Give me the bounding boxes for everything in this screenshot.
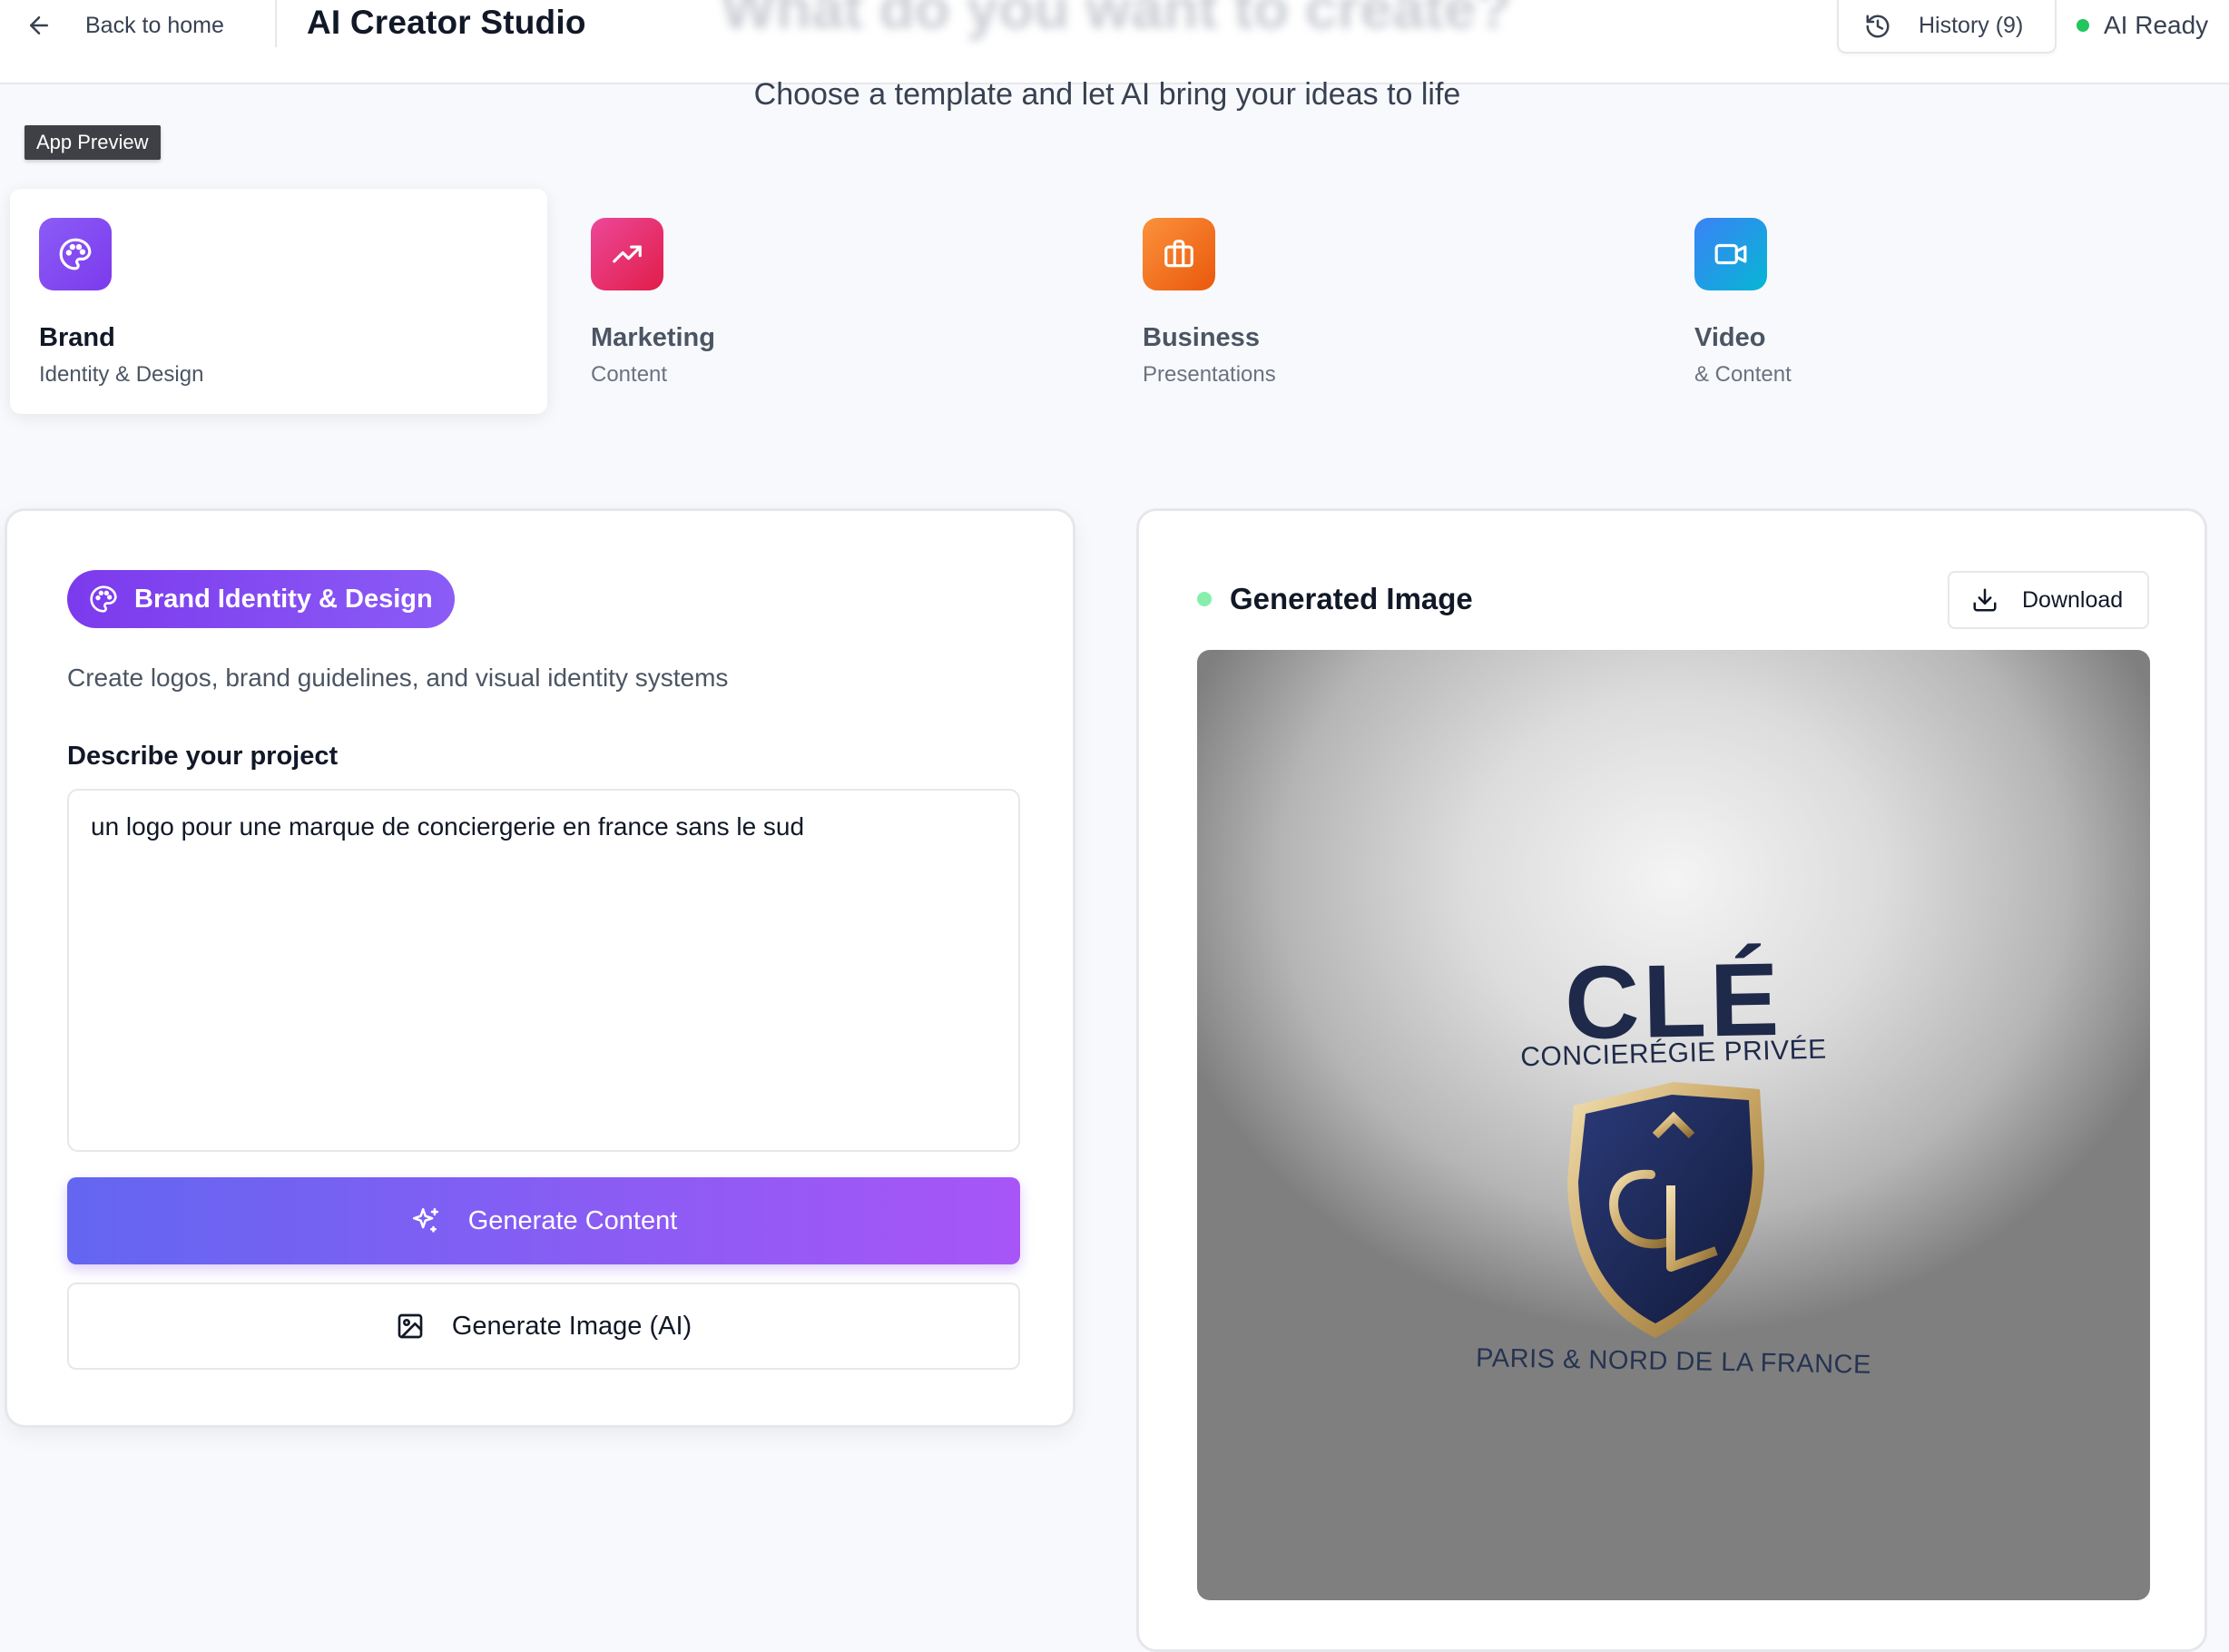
back-to-home-label: Back to home bbox=[85, 12, 224, 38]
generated-image: CLÉ CONCIERÉGIE PRIVÉE PARIS & NORD DE L… bbox=[1197, 650, 2150, 1600]
history-button[interactable]: History (9) bbox=[1837, 0, 2057, 54]
template-title-business: Business bbox=[1143, 323, 1260, 352]
download-label: Download bbox=[2022, 586, 2124, 613]
header-divider bbox=[275, 0, 277, 47]
image-icon bbox=[398, 1313, 423, 1339]
template-subtitle-video: & Content bbox=[1694, 362, 1792, 387]
template-title-video: Video bbox=[1694, 323, 1766, 352]
selected-template-label: Brand Identity & Design bbox=[134, 584, 433, 614]
generate-content-button[interactable]: Generate Content bbox=[67, 1177, 1020, 1264]
page-subtitle: Choose a template and let AI bring your … bbox=[753, 77, 1461, 112]
history-label: History (9) bbox=[1919, 13, 2024, 38]
template-description: Create logos, brand guidelines, and visu… bbox=[67, 664, 729, 692]
ready-dot-icon bbox=[1197, 592, 1212, 606]
template-title-brand: Brand bbox=[39, 323, 115, 352]
generated-image-header: Generated Image bbox=[1197, 582, 1473, 616]
template-subtitle-marketing: Content bbox=[591, 362, 668, 387]
download-button[interactable]: Download bbox=[1948, 571, 2149, 629]
project-editor-panel: Brand Identity & Design Create logos, br… bbox=[5, 508, 1075, 1428]
template-title-marketing: Marketing bbox=[591, 323, 715, 352]
sparkles-icon bbox=[412, 1207, 438, 1233]
ai-status-label: AI Ready bbox=[2104, 11, 2209, 39]
template-card-business[interactable]: Business Presentations bbox=[1114, 189, 1651, 414]
palette-icon bbox=[39, 218, 112, 290]
generated-output-panel: Generated Image Download CLÉ CONCIERÉGIE… bbox=[1136, 508, 2207, 1652]
app-title: AI Creator Studio bbox=[307, 4, 586, 41]
status-dot-icon bbox=[2077, 19, 2089, 32]
arrow-left-icon bbox=[30, 16, 48, 34]
back-to-home-button[interactable]: Back to home bbox=[25, 7, 224, 44]
trending-up-icon bbox=[591, 218, 663, 290]
history-icon bbox=[1866, 15, 1890, 37]
download-icon bbox=[1973, 588, 1997, 612]
project-description-input[interactable] bbox=[67, 789, 1020, 1152]
briefcase-icon bbox=[1143, 218, 1215, 290]
faded-page-heading: What do you want to create? bbox=[721, 0, 1512, 41]
top-bar: What do you want to create? Back to home… bbox=[0, 0, 2229, 84]
generate-image-label: Generate Image (AI) bbox=[451, 1311, 692, 1341]
template-subtitle-brand: Identity & Design bbox=[39, 362, 204, 387]
generate-content-label: Generate Content bbox=[467, 1205, 678, 1235]
ai-status: AI Ready bbox=[2077, 11, 2208, 40]
shield-logo-graphic bbox=[1567, 1082, 1764, 1338]
template-card-marketing[interactable]: Marketing Content bbox=[562, 189, 1099, 414]
selected-template-badge: Brand Identity & Design bbox=[67, 570, 455, 628]
app-preview-badge: App Preview bbox=[25, 125, 161, 160]
generate-image-button[interactable]: Generate Image (AI) bbox=[67, 1283, 1020, 1370]
template-card-brand[interactable]: Brand Identity & Design bbox=[10, 189, 547, 414]
video-icon bbox=[1694, 218, 1767, 290]
template-card-video[interactable]: Video & Content bbox=[1665, 189, 2203, 414]
template-subtitle-business: Presentations bbox=[1143, 362, 1276, 387]
palette-icon bbox=[90, 585, 117, 613]
generated-image-title: Generated Image bbox=[1230, 582, 1473, 615]
project-description-label: Describe your project bbox=[67, 742, 339, 771]
